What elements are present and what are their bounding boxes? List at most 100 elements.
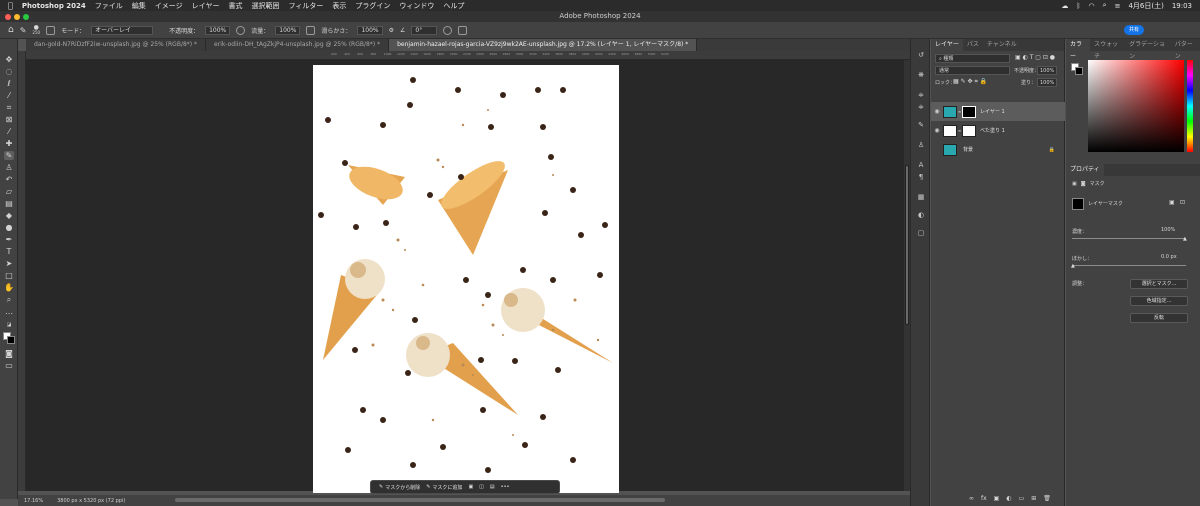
brush-preset-picker[interactable]: ● 250: [32, 25, 40, 36]
visibility-eye-icon[interactable]: ◉: [931, 108, 943, 115]
gear-icon[interactable]: ⚙: [389, 27, 394, 34]
magic-wand-tool-icon[interactable]: ⁄: [4, 91, 14, 100]
swatches-panel-icon[interactable]: ▦: [916, 193, 926, 202]
tab-properties[interactable]: プロパティ: [1066, 164, 1104, 176]
menu-type[interactable]: 書式: [228, 1, 242, 11]
background-color-swatch[interactable]: [7, 336, 15, 344]
tab-layers[interactable]: レイヤー: [931, 39, 963, 51]
symmetry-icon[interactable]: [458, 25, 468, 35]
character-panel-icon[interactable]: A: [916, 161, 926, 170]
document-canvas[interactable]: [313, 65, 619, 493]
tab-erik-odiin[interactable]: erik-odiin-DH_tAgZkjP4-unsplash.jpg @ 25…: [206, 39, 390, 51]
new-layer-icon[interactable]: ⊞: [1031, 495, 1036, 502]
more-options-button[interactable]: •••: [501, 484, 510, 490]
gradient-tool-icon[interactable]: ▤: [4, 199, 14, 208]
menu-file[interactable]: ファイル: [95, 1, 123, 11]
group-icon[interactable]: ▭: [1019, 495, 1025, 502]
healing-brush-tool-icon[interactable]: ✚: [4, 139, 14, 148]
menu-edit[interactable]: 編集: [132, 1, 146, 11]
color-bg-swatch[interactable]: [1075, 67, 1083, 75]
layer-opacity-field[interactable]: 100%: [1037, 66, 1057, 75]
add-mask-icon[interactable]: ▣: [994, 495, 1000, 502]
layer-thumbnail[interactable]: [943, 105, 957, 118]
paragraph-panel-icon[interactable]: ¶: [916, 173, 926, 182]
delete-layer-icon[interactable]: 🗑: [1043, 495, 1051, 502]
layer-filter-kind[interactable]: ⌕ 種類: [935, 54, 1010, 63]
menu-plugins[interactable]: プラグイン: [355, 1, 390, 11]
move-tool-icon[interactable]: ✥: [4, 55, 14, 64]
clone-source-panel-icon[interactable]: ♙: [916, 141, 926, 150]
feather-slider-thumb[interactable]: ▲: [1071, 263, 1075, 269]
navigator-panel-icon[interactable]: ◐: [916, 211, 926, 220]
subtract-from-mask-button[interactable]: ✎ マスクから削除: [379, 484, 420, 491]
menu-app-name[interactable]: Photoshop 2024: [22, 2, 86, 10]
quick-mask-icon[interactable]: ◙: [4, 349, 14, 358]
hand-tool-icon[interactable]: ✋: [4, 283, 14, 292]
marquee-tool-icon[interactable]: ◌: [4, 67, 14, 76]
wifi-icon[interactable]: ◠: [1089, 2, 1095, 10]
layer-row-layer1[interactable]: ◉ ∞ レイヤー 1: [931, 102, 1065, 121]
close-window-icon[interactable]: [5, 14, 11, 20]
opacity-field[interactable]: 100%: [205, 25, 231, 35]
vector-mask-add-icon[interactable]: ⊡: [1180, 199, 1185, 206]
visibility-eye-icon[interactable]: ◉: [931, 127, 943, 134]
menu-layer[interactable]: レイヤー: [192, 1, 220, 11]
bluetooth-icon[interactable]: ᛒ: [1076, 2, 1080, 10]
blend-mode-select[interactable]: 通常: [935, 66, 1010, 75]
menu-select[interactable]: 選択範囲: [251, 1, 279, 11]
adjustments-panel-icon[interactable]: ≑: [916, 91, 926, 100]
lock-icons[interactable]: ▦ ✎ ✥ ⌗ 🔒: [953, 78, 987, 86]
color-picker-field[interactable]: [1088, 60, 1184, 152]
search-icon[interactable]: ⌕: [1103, 1, 1107, 10]
link-layers-icon[interactable]: ∞: [969, 495, 974, 502]
add-to-mask-button[interactable]: ✎ マスクに追加: [426, 484, 462, 491]
hue-slider[interactable]: [1187, 60, 1193, 152]
crop-tool-icon[interactable]: ⌗: [4, 103, 14, 112]
cloud-icon[interactable]: ☁: [1061, 2, 1068, 10]
density-field[interactable]: 100%: [1161, 227, 1175, 233]
share-button[interactable]: 共有: [1124, 25, 1144, 35]
tab-dan-gold[interactable]: dan-gold-N7RiDzfF2iw-unsplash.jpg @ 25% …: [26, 39, 207, 51]
history-brush-tool-icon[interactable]: ↶: [4, 175, 14, 184]
control-center-icon[interactable]: ≡: [1115, 2, 1121, 10]
tab-channels[interactable]: チャンネル: [983, 39, 1021, 51]
eyedropper-tool-icon[interactable]: ⁄: [4, 127, 14, 136]
rectangle-tool-icon[interactable]: □: [4, 271, 14, 280]
airbrush-icon[interactable]: [306, 25, 316, 35]
zoom-level[interactable]: 17.16%: [24, 498, 43, 504]
layer-mask-thumbnail[interactable]: [962, 105, 976, 118]
blur-tool-icon[interactable]: ◆: [4, 211, 14, 220]
tab-gradients[interactable]: グラデーション: [1125, 39, 1171, 60]
horizontal-scroll-thumb[interactable]: [175, 498, 665, 502]
menu-image[interactable]: イメージ: [155, 1, 183, 11]
brush-tool-icon[interactable]: ✎: [4, 151, 14, 160]
default-colors-icon[interactable]: ◪: [4, 321, 14, 330]
frame-tool-icon[interactable]: ⊠: [4, 115, 14, 124]
layer-row-solid-fill[interactable]: ◉ ∞ べた塗り 1: [931, 121, 1065, 140]
fill-field[interactable]: 100%: [1037, 78, 1057, 87]
layer-row-background[interactable]: 背景 🔒: [931, 140, 1065, 159]
invert-button[interactable]: 反転: [1130, 313, 1188, 323]
path-selection-tool-icon[interactable]: ➤: [4, 259, 14, 268]
angle-field[interactable]: 0°: [411, 25, 438, 35]
layer-thumbnail[interactable]: [943, 124, 957, 137]
menu-help[interactable]: ヘルプ: [443, 1, 464, 11]
brush-panel-icon[interactable]: ✎: [916, 121, 926, 130]
select-and-mask-button[interactable]: 選択とマスク...: [1130, 279, 1188, 289]
select-mask-icon[interactable]: ▣: [1169, 199, 1175, 206]
brush-tool-icon[interactable]: ✎: [20, 26, 27, 35]
actions-panel-icon[interactable]: ❋: [916, 71, 926, 80]
pen-tool-icon[interactable]: ✒: [4, 235, 14, 244]
brush-settings-icon[interactable]: [46, 25, 56, 35]
tab-patterns[interactable]: パターン: [1171, 39, 1200, 60]
zoom-window-icon[interactable]: [23, 14, 29, 20]
color-range-button[interactable]: 色域指定...: [1130, 296, 1188, 306]
apple-icon[interactable]: : [8, 1, 13, 10]
feather-slider-track[interactable]: [1072, 265, 1186, 266]
zoom-tool-icon[interactable]: ⌕: [4, 295, 14, 304]
pixel-mask-icon[interactable]: ▣: [1072, 181, 1077, 187]
menu-window[interactable]: ウィンドウ: [399, 1, 434, 11]
vertical-scroll-thumb[interactable]: [905, 165, 909, 325]
menu-view[interactable]: 表示: [332, 1, 346, 11]
libraries-panel-icon[interactable]: ≑: [916, 103, 926, 112]
